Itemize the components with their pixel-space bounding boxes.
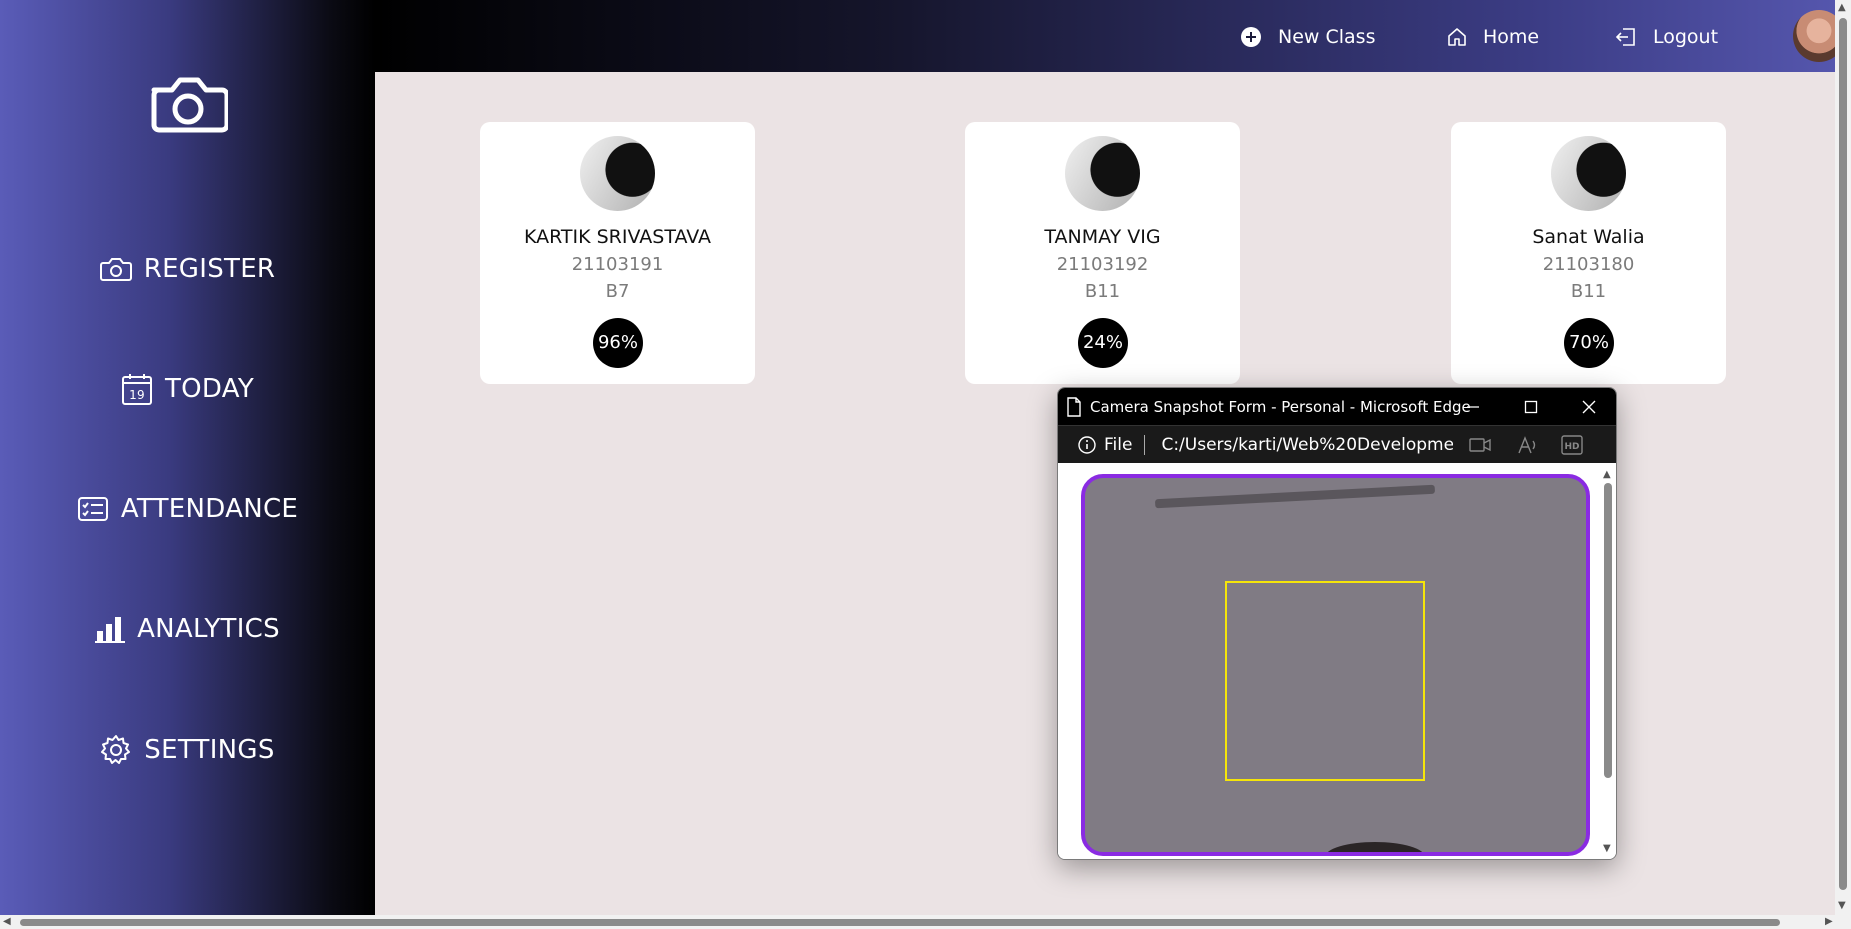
maximize-icon	[1524, 400, 1538, 413]
document-icon	[1067, 396, 1081, 417]
plus-circle-icon	[1241, 27, 1261, 47]
sidebar-item-settings[interactable]: SETTINGS	[0, 722, 375, 778]
scroll-right-arrow-icon[interactable]: ▶	[1825, 916, 1833, 927]
hd-icon[interactable]: HD	[1561, 434, 1584, 455]
window-title: Camera Snapshot Form - Personal - Micros…	[1090, 397, 1471, 416]
student-photo	[1551, 136, 1626, 211]
student-photo	[580, 136, 655, 211]
popup-scroll-down-icon[interactable]: ▼	[1603, 843, 1611, 854]
attendance-percent-badge: 96%	[593, 318, 643, 368]
svg-text:HD: HD	[1565, 442, 1580, 452]
window-content: ▲ ▼	[1058, 463, 1616, 859]
attendance-percent-badge: 24%	[1078, 318, 1128, 368]
sidebar-item-label: TODAY	[164, 374, 255, 404]
address-bar[interactable]: File C:/Users/karti/Web%20Developmen... …	[1058, 425, 1616, 463]
read-aloud-icon[interactable]	[1517, 435, 1539, 454]
student-photo	[1065, 136, 1140, 211]
calendar-icon: 19	[121, 374, 152, 405]
student-roll: 21103192	[1056, 254, 1149, 275]
home-icon	[1448, 28, 1466, 46]
home-link[interactable]: Home	[1447, 22, 1539, 52]
sidebar-item-today[interactable]: 19 TODAY	[0, 361, 375, 417]
vertical-scrollbar[interactable]: ▲ ▼	[1835, 0, 1851, 915]
checklist-icon	[77, 497, 108, 521]
popup-vertical-scrollbar[interactable]: ▲ ▼	[1602, 469, 1614, 857]
student-roll: 21103191	[571, 254, 664, 275]
file-label: File	[1104, 434, 1133, 455]
attendance-percent-badge: 70%	[1564, 318, 1614, 368]
student-batch: B11	[1084, 281, 1121, 302]
horizontal-scrollbar[interactable]: ◀ ▶	[0, 915, 1851, 929]
url-text[interactable]: C:/Users/karti/Web%20Developmen...	[1161, 435, 1453, 455]
info-icon[interactable]	[1078, 435, 1096, 454]
logout-label: Logout	[1653, 26, 1719, 48]
face-detection-box	[1225, 581, 1425, 781]
logout-icon	[1615, 28, 1635, 46]
student-name: KARTIK SRIVASTAVA	[523, 226, 712, 248]
scroll-down-arrow-icon[interactable]: ▼	[1838, 900, 1846, 911]
scroll-up-arrow-icon[interactable]: ▲	[1838, 2, 1846, 13]
logout-link[interactable]: Logout	[1615, 22, 1718, 52]
camera-scene-object	[1154, 484, 1436, 509]
calendar-day-number: 19	[129, 388, 145, 402]
minimize-icon	[1467, 405, 1479, 408]
close-button[interactable]	[1560, 388, 1616, 425]
student-card[interactable]: KARTIK SRIVASTAVA 21103191 B7 96%	[480, 122, 755, 384]
bar-chart-icon	[95, 617, 126, 643]
student-batch: B11	[1570, 281, 1607, 302]
student-card[interactable]: TANMAY VIG 21103192 B11 24%	[965, 122, 1240, 384]
student-card[interactable]: Sanat Walia 21103180 B11 70%	[1451, 122, 1726, 384]
address-divider	[1144, 434, 1146, 455]
window-titlebar[interactable]: Camera Snapshot Form - Personal - Micros…	[1058, 388, 1616, 425]
sidebar-item-analytics[interactable]: ANALYTICS	[0, 601, 375, 657]
camera-feed	[1081, 474, 1590, 856]
sidebar-item-label: SETTINGS	[144, 735, 275, 765]
top-navbar: New Class Home Logout	[375, 0, 1835, 72]
video-camera-icon[interactable]	[1469, 437, 1492, 453]
maximize-button[interactable]	[1502, 388, 1560, 425]
camera-scene-head	[1325, 842, 1425, 852]
student-batch: B7	[605, 281, 630, 302]
new-class-link[interactable]: New Class	[1240, 22, 1375, 52]
new-class-label: New Class	[1278, 26, 1376, 48]
camera-logo-icon	[151, 77, 228, 133]
student-roll: 21103180	[1542, 254, 1635, 275]
horizontal-scroll-thumb[interactable]	[20, 919, 1780, 926]
home-label: Home	[1483, 26, 1540, 48]
close-icon	[1582, 400, 1596, 413]
sidebar-item-label: ATTENDANCE	[120, 494, 299, 524]
sidebar-item-register[interactable]: REGISTER	[0, 241, 375, 297]
student-name: Sanat Walia	[1532, 226, 1645, 248]
sidebar-item-attendance[interactable]: ATTENDANCE	[0, 481, 375, 537]
sidebar: REGISTER 19 TODAY ATTENDANCE ANALYTICS S…	[0, 0, 375, 915]
gear-icon	[101, 735, 131, 764]
vertical-scroll-thumb[interactable]	[1839, 18, 1847, 890]
sidebar-item-label: REGISTER	[143, 254, 276, 284]
sidebar-item-label: ANALYTICS	[137, 614, 280, 644]
student-name: TANMAY VIG	[1044, 226, 1161, 248]
minimize-button[interactable]	[1444, 388, 1502, 425]
popup-scroll-up-icon[interactable]: ▲	[1603, 469, 1611, 480]
camera-snapshot-window[interactable]: Camera Snapshot Form - Personal - Micros…	[1057, 387, 1617, 860]
scroll-left-arrow-icon[interactable]: ◀	[3, 916, 11, 927]
popup-scroll-thumb[interactable]	[1604, 483, 1612, 778]
camera-icon	[99, 258, 132, 281]
